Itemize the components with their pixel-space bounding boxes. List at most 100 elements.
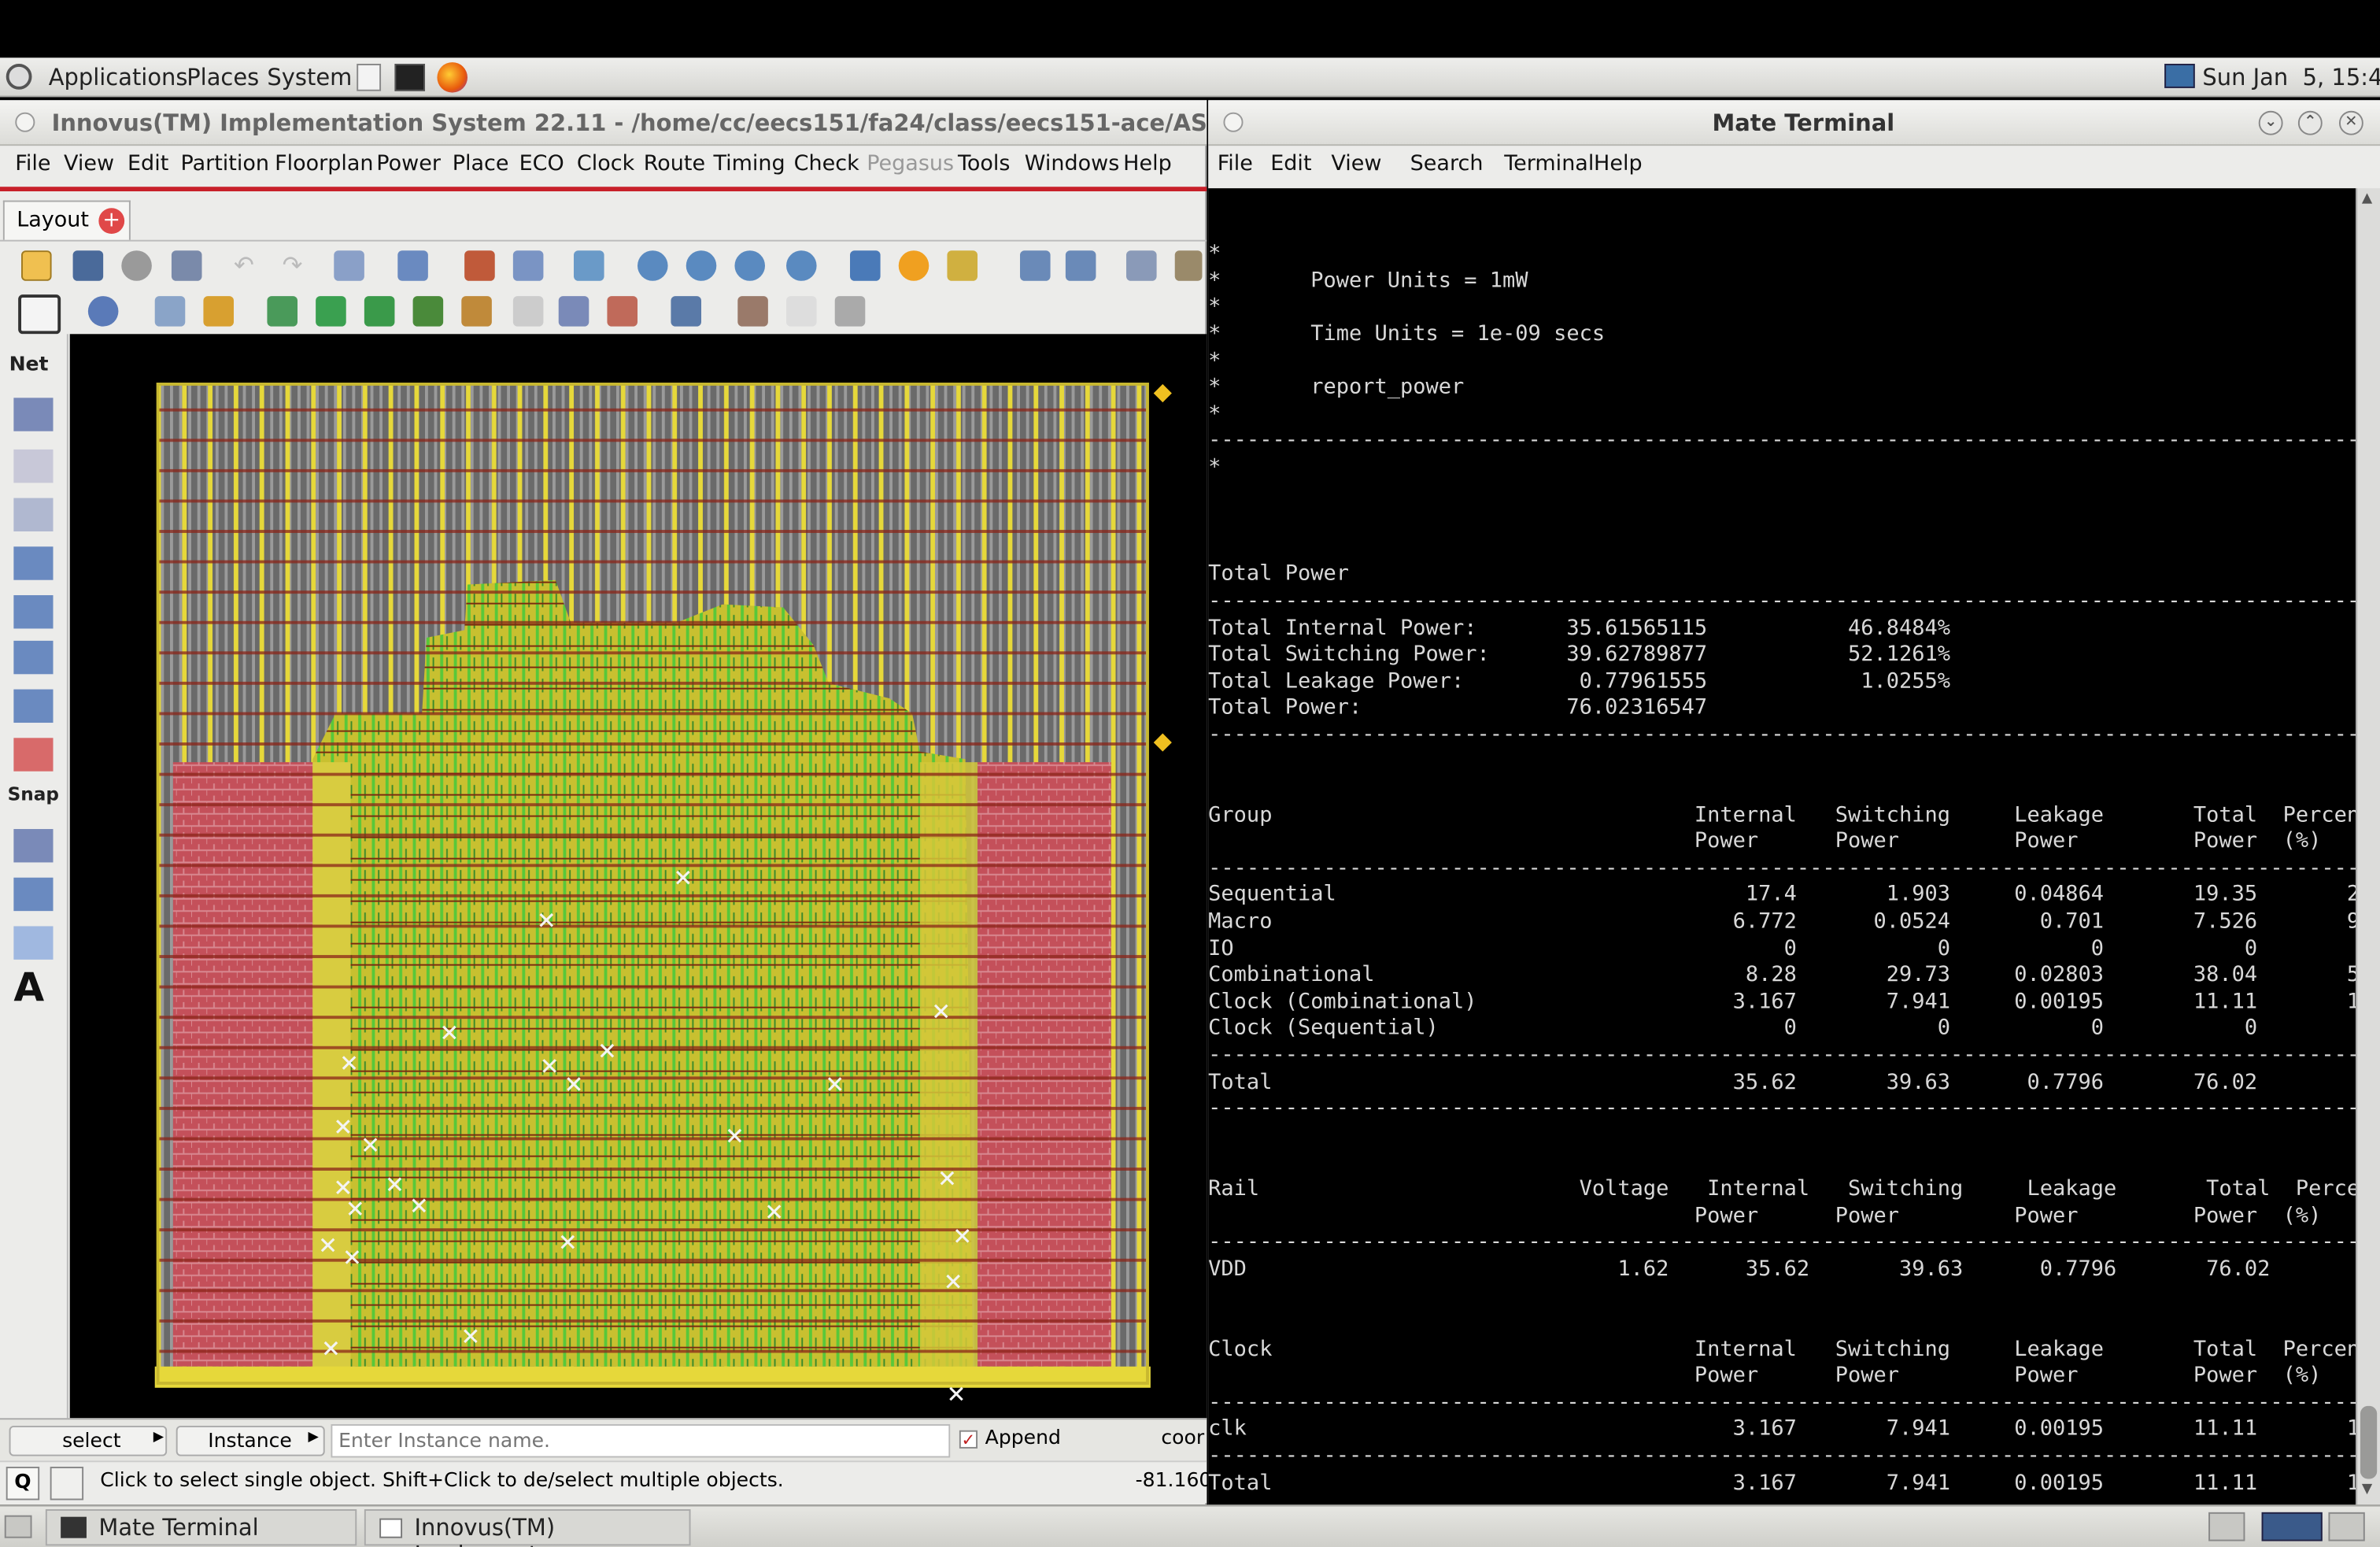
window-menu-icon[interactable] xyxy=(15,112,35,132)
terminal-menu-edit[interactable]: Edit xyxy=(1270,152,1311,176)
maximize-icon[interactable]: ⌃ xyxy=(2297,110,2323,135)
menu-help[interactable]: Help xyxy=(1123,152,1172,176)
add-tab-icon[interactable]: + xyxy=(98,208,125,235)
applications-menu[interactable]: Applications xyxy=(49,64,188,91)
terminal-output[interactable]: * * Power Units = 1mW * * Time Units = 1e-0… xyxy=(1208,188,2356,1505)
menu-eco[interactable]: ECO xyxy=(519,152,564,176)
green-block-icon[interactable] xyxy=(316,296,346,327)
firefox-launcher-icon[interactable] xyxy=(437,62,468,93)
menu-power[interactable]: Power xyxy=(376,152,441,176)
zoom-fit-icon[interactable] xyxy=(574,250,604,281)
trim-wire-icon[interactable] xyxy=(13,738,54,772)
quick-button[interactable]: Q xyxy=(6,1467,40,1501)
innovus-titlebar[interactable]: Innovus(TM) Implementation System 22.11 … xyxy=(0,100,1300,146)
undo-icon[interactable]: ↶ xyxy=(234,253,258,278)
floorplan-tool-icon[interactable] xyxy=(267,296,298,327)
terminal-scrollbar[interactable]: ▲ ▼ xyxy=(2356,188,2380,1505)
save-as-icon[interactable] xyxy=(171,250,202,281)
taskbar-item-terminal[interactable]: Mate Terminal xyxy=(45,1509,357,1546)
horizontal-merge-icon[interactable] xyxy=(13,640,54,675)
tab-layout[interactable]: Layout + xyxy=(2,200,131,240)
zoom-area-icon[interactable] xyxy=(734,250,766,281)
network-icon[interactable] xyxy=(2164,64,2195,88)
hierarchy-icon[interactable] xyxy=(1174,250,1203,281)
cursor-tool-icon[interactable] xyxy=(512,296,544,327)
settings-gear-icon[interactable] xyxy=(121,250,152,281)
vertical-stripe-icon[interactable] xyxy=(13,546,54,580)
places-menu[interactable]: Places xyxy=(187,64,259,91)
append-checkbox[interactable]: ✓ xyxy=(959,1430,978,1449)
add-block-alt-icon[interactable] xyxy=(412,296,444,327)
menu-timing[interactable]: Timing xyxy=(713,152,785,176)
snowflake-icon[interactable] xyxy=(87,296,119,327)
menu-clock[interactable]: Clock xyxy=(577,152,634,176)
eye-toggle-icon[interactable] xyxy=(50,1467,84,1501)
attach-icon[interactable] xyxy=(737,296,768,327)
object-type-dropdown[interactable]: Instance ▶ xyxy=(176,1425,325,1456)
menu-floorplan[interactable]: Floorplan xyxy=(275,152,373,176)
zoom-out-icon[interactable] xyxy=(686,250,717,281)
move-icon[interactable] xyxy=(397,250,428,281)
workspace-1-icon[interactable] xyxy=(2208,1512,2245,1541)
scroll-down-icon[interactable]: ▼ xyxy=(2362,1482,2372,1497)
snap-wire-icon[interactable] xyxy=(13,829,54,863)
wire-edit-icon[interactable] xyxy=(13,398,54,431)
redraw-icon[interactable] xyxy=(898,250,929,281)
line-draw-icon[interactable] xyxy=(13,926,54,960)
menu-edit[interactable]: Edit xyxy=(128,152,168,176)
menu-place[interactable]: Place xyxy=(453,152,509,176)
text-tool[interactable]: A xyxy=(13,966,44,1012)
menu-tools[interactable]: Tools xyxy=(958,152,1011,176)
upload-icon[interactable] xyxy=(1065,250,1096,281)
close-icon[interactable]: ✕ xyxy=(2338,110,2363,135)
ruler-icon[interactable] xyxy=(203,296,235,327)
download-icon[interactable] xyxy=(1020,250,1051,281)
zoom-in-icon[interactable] xyxy=(638,250,668,281)
scroll-up-icon[interactable]: ▲ xyxy=(2362,191,2372,206)
terminal-titlebar[interactable]: Mate Terminal ⌄ ⌃ ✕ xyxy=(1208,100,2380,146)
pan-icon[interactable] xyxy=(850,250,881,281)
shift-icon[interactable] xyxy=(834,296,866,327)
minimize-icon[interactable]: ⌄ xyxy=(2258,110,2283,135)
system-menu[interactable]: System xyxy=(267,64,352,91)
snap-grid-icon[interactable] xyxy=(13,877,54,912)
text-editor-launcher-icon[interactable] xyxy=(357,64,382,91)
pin-icon[interactable] xyxy=(13,498,54,532)
distro-logo-icon[interactable] xyxy=(6,64,32,90)
layout-view-svg[interactable] xyxy=(70,334,1207,1418)
terminal-menu-view[interactable]: View xyxy=(1331,152,1381,176)
terminal-menu-help[interactable]: Help xyxy=(1594,152,1643,176)
workspace-2-icon[interactable] xyxy=(2261,1512,2323,1541)
pointer-probe-icon[interactable] xyxy=(786,296,817,327)
cut-icon[interactable] xyxy=(607,296,638,327)
menu-windows[interactable]: Windows xyxy=(1025,152,1120,176)
workspace-3-icon[interactable] xyxy=(2328,1512,2365,1541)
terminal-menu-search[interactable]: Search xyxy=(1410,152,1484,176)
redo-icon[interactable]: ↷ xyxy=(283,253,307,278)
menu-view[interactable]: View xyxy=(64,152,114,176)
copy-object-icon[interactable] xyxy=(154,296,186,327)
menu-partition[interactable]: Partition xyxy=(181,152,270,176)
terminal-menu-terminal[interactable]: Terminal xyxy=(1504,152,1594,176)
instance-name-input[interactable] xyxy=(331,1424,951,1458)
scrollbar-thumb[interactable] xyxy=(2360,1405,2378,1479)
show-desktop-icon[interactable] xyxy=(4,1515,32,1538)
terminal-window-menu-icon[interactable] xyxy=(1223,112,1244,132)
select-mode-dropdown[interactable]: select ▶ xyxy=(9,1425,168,1456)
menu-file[interactable]: File xyxy=(15,152,50,176)
snap-selector[interactable]: Snap xyxy=(8,783,59,805)
cross-wire-icon[interactable] xyxy=(13,449,54,483)
layout-canvas[interactable] xyxy=(69,334,1207,1419)
menu-pegasus[interactable]: Pegasus xyxy=(867,152,954,176)
terminal-menu-file[interactable]: File xyxy=(1218,152,1253,176)
zoom-previous-icon[interactable] xyxy=(786,250,817,281)
panel-icon[interactable] xyxy=(1126,250,1157,281)
menu-route[interactable]: Route xyxy=(644,152,705,176)
taskbar-item-innovus[interactable]: Innovus(TM) Implement... xyxy=(364,1509,691,1547)
save-icon[interactable] xyxy=(72,250,104,281)
delete-icon[interactable] xyxy=(464,250,495,281)
net-selector[interactable]: Net xyxy=(9,353,49,376)
terminal-launcher-icon[interactable] xyxy=(394,64,426,91)
horizontal-split-icon[interactable] xyxy=(13,595,54,629)
add-block-icon[interactable] xyxy=(364,296,395,327)
